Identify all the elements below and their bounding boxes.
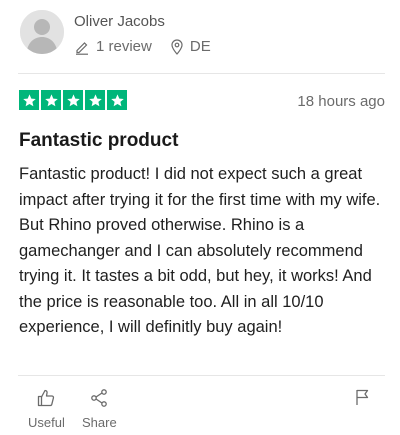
avatar[interactable] <box>20 10 64 54</box>
star-icon <box>85 90 105 110</box>
share-icon <box>89 388 109 411</box>
header-divider <box>18 73 385 74</box>
footer-divider <box>18 375 385 376</box>
review-body: Fantastic product! I did not expect such… <box>19 165 381 336</box>
thumbs-up-icon <box>36 388 56 411</box>
review-title: Fantastic product <box>19 130 179 151</box>
star-icon <box>63 90 83 110</box>
report-button[interactable] <box>354 388 370 411</box>
reviewer-meta: 1 review DE <box>74 38 211 55</box>
star-rating <box>19 90 127 110</box>
review-count: 1 review <box>96 38 152 55</box>
flag-icon <box>354 389 370 410</box>
useful-label: Useful <box>28 415 65 430</box>
star-icon <box>19 90 39 110</box>
location-pin-icon <box>170 38 184 55</box>
share-label: Share <box>82 415 117 430</box>
review-time: 18 hours ago <box>297 93 385 110</box>
user-silhouette-icon <box>20 10 64 54</box>
share-button[interactable]: Share <box>82 388 117 430</box>
star-icon <box>107 90 127 110</box>
star-icon <box>41 90 61 110</box>
pencil-icon <box>74 39 90 55</box>
country-code: DE <box>189 38 211 55</box>
reviewer-name[interactable]: Oliver Jacobs <box>74 13 165 30</box>
useful-button[interactable]: Useful <box>28 388 65 430</box>
